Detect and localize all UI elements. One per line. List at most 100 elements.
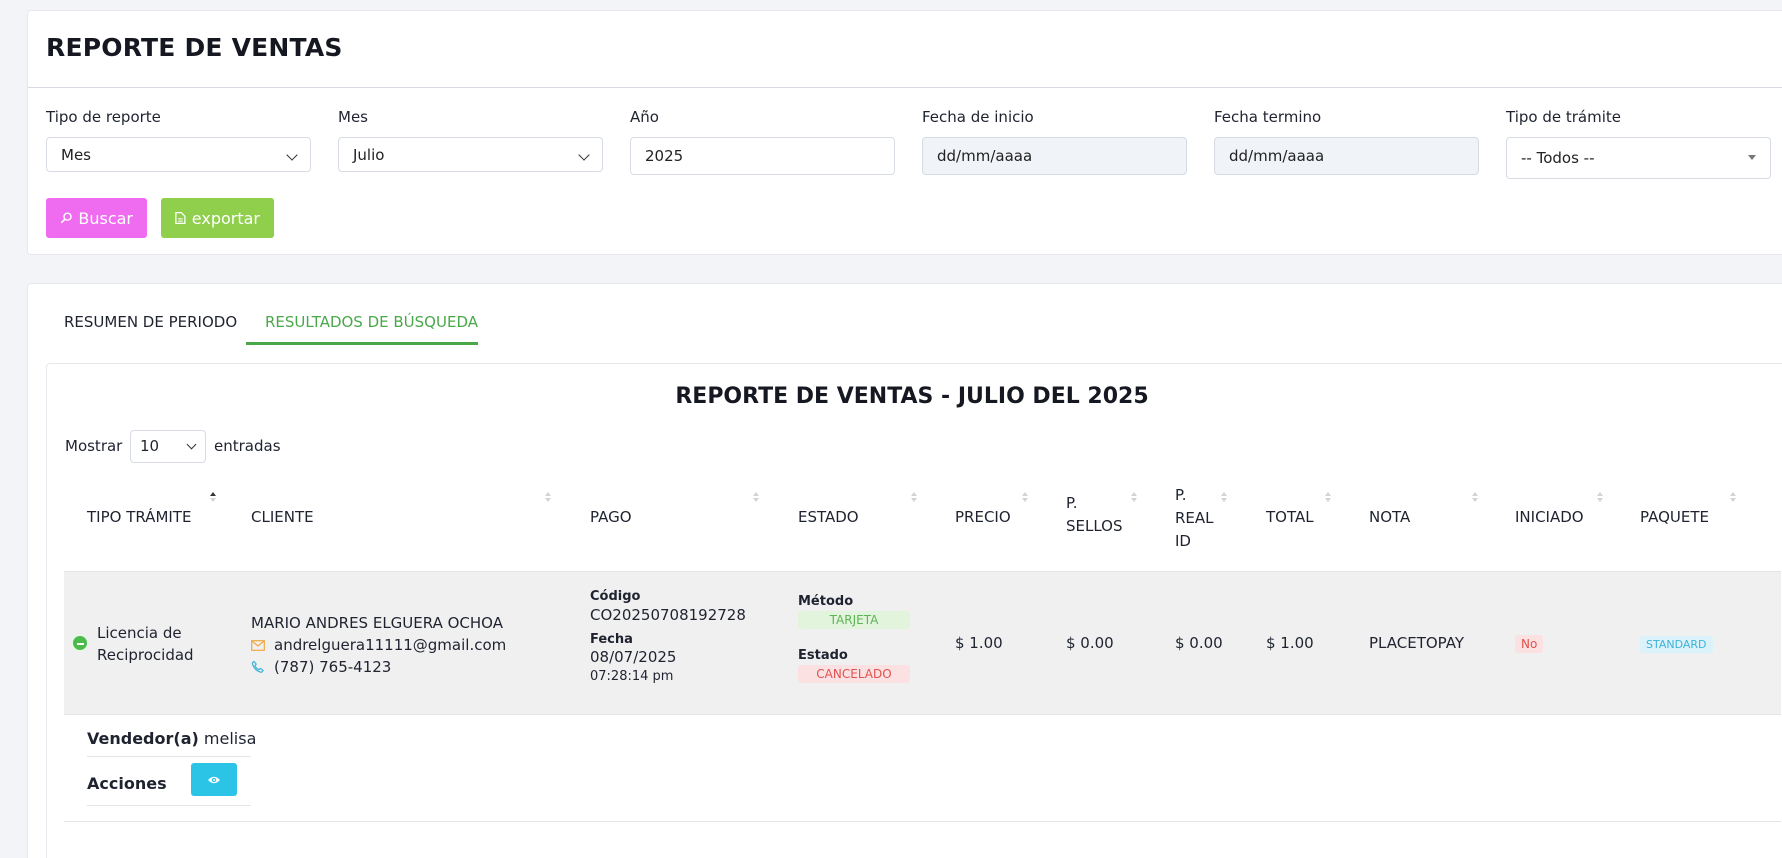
collapse-icon[interactable] [71, 634, 89, 652]
header-precio[interactable]: PRECIO [955, 506, 1011, 529]
estado-badge: CANCELADO [798, 665, 910, 683]
fecha-termino-placeholder: dd/mm/aaaa [1229, 147, 1325, 165]
anio-value: 2025 [645, 147, 684, 165]
entries-per-page-select[interactable]: 10 [130, 430, 206, 463]
cell-cliente: MARIO ANDRES ELGUERA OCHOA andrelguera11… [251, 612, 506, 678]
header-paquete[interactable]: PAQUETE [1640, 506, 1709, 529]
estado-label: Estado [798, 648, 848, 663]
sort-icon [1131, 492, 1137, 502]
cliente-email-row: andrelguera11111@gmail.com [251, 634, 506, 656]
fecha-inicio-placeholder: dd/mm/aaaa [937, 147, 1033, 165]
acciones-label: Acciones [87, 774, 167, 793]
header-p-sellos-line: SELLOS [1066, 517, 1123, 535]
header-pago[interactable]: PAGO [590, 506, 632, 529]
header-p-sellos-line: P. [1066, 494, 1078, 512]
divider [64, 821, 1781, 822]
sort-icon [545, 492, 551, 502]
cell-nota: PLACETOPAY [1369, 634, 1465, 652]
pago-codigo-label: Código [590, 589, 641, 604]
tipo-reporte-select[interactable]: Mes [46, 137, 311, 172]
pago-codigo: CO20250708192728 [590, 606, 746, 624]
buscar-button[interactable]: Buscar [46, 198, 147, 238]
phone-icon [251, 660, 264, 673]
cell-estado: Método TARJETA Estado CANCELADO [798, 594, 910, 683]
sort-icon [1472, 492, 1478, 502]
cell-tipo-tramite: Licencia de Reciprocidad [97, 622, 194, 666]
cliente-email[interactable]: andrelguera11111@gmail.com [274, 634, 506, 656]
tipo-tramite-label: Tipo de trámite [1506, 108, 1621, 126]
tab-resumen-periodo[interactable]: RESUMEN DE PERIODO [64, 313, 237, 331]
header-p-sellos[interactable]: P. SELLOS [1066, 492, 1123, 538]
divider [87, 756, 251, 757]
vendedor-value: melisa [203, 729, 257, 748]
paquete-badge: STANDARD [1640, 636, 1713, 653]
results-card: RESUMEN DE PERIODO RESULTADOS DE BÚSQUED… [27, 283, 1782, 858]
header-total[interactable]: TOTAL [1266, 506, 1314, 529]
tipo-tramite-line: Licencia de [97, 624, 182, 642]
fecha-termino-input[interactable]: dd/mm/aaaa [1214, 137, 1479, 175]
pago-hora: 07:28:14 pm [590, 669, 674, 684]
chevron-down-icon [286, 149, 298, 161]
cell-total: $ 1.00 [1266, 634, 1314, 652]
cliente-nombre: MARIO ANDRES ELGUERA OCHOA [251, 614, 503, 632]
header-p-real-id-line: REAL [1175, 509, 1214, 527]
pago-fecha-label: Fecha [590, 632, 633, 647]
cell-p-sellos: $ 0.00 [1066, 634, 1114, 652]
header-iniciado[interactable]: INICIADO [1515, 506, 1584, 529]
metodo-label: Método [798, 594, 854, 609]
tipo-reporte-label: Tipo de reporte [46, 108, 161, 126]
sort-icon [1730, 492, 1736, 502]
header-estado[interactable]: ESTADO [798, 506, 859, 529]
tipo-tramite-value: -- Todos -- [1521, 149, 1595, 167]
metodo-badge: TARJETA [798, 611, 910, 629]
entries-per-page-value: 10 [140, 437, 160, 455]
tab-resultados-busqueda[interactable]: RESULTADOS DE BÚSQUEDA [265, 313, 478, 331]
cell-p-real-id: $ 0.00 [1175, 634, 1223, 652]
page-title: REPORTE DE VENTAS [46, 33, 343, 62]
exportar-label: exportar [191, 208, 260, 228]
exportar-button[interactable]: exportar [161, 198, 274, 238]
cell-iniciado: No [1515, 634, 1544, 653]
cliente-telefono: (787) 765-4123 [274, 658, 392, 676]
report-title: REPORTE DE VENTAS - JULIO DEL 2025 [675, 384, 1149, 409]
caret-down-icon [1748, 155, 1756, 160]
anio-input[interactable]: 2025 [630, 137, 895, 175]
sort-icon [1221, 492, 1227, 502]
vendedor-label: Vendedor(a) [87, 729, 199, 748]
chevron-down-icon [578, 149, 590, 161]
sort-icon [1597, 492, 1603, 502]
header-nota[interactable]: NOTA [1369, 506, 1410, 529]
header-p-real-id-line: P. [1175, 486, 1187, 504]
mail-icon [251, 639, 265, 651]
cell-paquete: STANDARD [1640, 634, 1713, 653]
divider [28, 87, 1782, 88]
header-tipo-tramite[interactable]: TIPO TRÁMITE [87, 506, 191, 529]
search-icon [60, 212, 72, 224]
cell-precio: $ 1.00 [955, 634, 1003, 652]
header-p-real-id[interactable]: P. REAL ID [1175, 484, 1214, 553]
mes-select[interactable]: Julio [338, 137, 603, 172]
mes-label: Mes [338, 108, 368, 126]
sort-icon [1325, 492, 1331, 502]
buscar-label: Buscar [78, 208, 133, 228]
anio-label: Año [630, 108, 659, 126]
fecha-termino-label: Fecha termino [1214, 108, 1322, 126]
view-button[interactable] [191, 763, 237, 796]
sort-icon [753, 492, 759, 502]
sort-icon [911, 492, 917, 502]
tipo-tramite-select[interactable]: -- Todos -- [1506, 137, 1771, 179]
chevron-down-icon [186, 439, 197, 450]
header-cliente[interactable]: CLIENTE [251, 506, 314, 529]
tipo-tramite-line: Reciprocidad [97, 646, 194, 664]
tipo-reporte-value: Mes [61, 145, 91, 164]
fecha-inicio-label: Fecha de inicio [922, 108, 1034, 126]
mes-value: Julio [353, 145, 385, 164]
sort-asc-icon [210, 492, 216, 502]
cell-pago: Código CO20250708192728 Fecha 08/07/2025… [590, 589, 746, 684]
pago-fecha: 08/07/2025 [590, 648, 677, 666]
divider [87, 805, 251, 806]
iniciado-badge: No [1515, 635, 1544, 653]
vendedor-row: Vendedor(a) melisa [87, 729, 256, 748]
table-row[interactable]: Licencia de Reciprocidad MARIO ANDRES EL… [64, 571, 1781, 715]
fecha-inicio-input[interactable]: dd/mm/aaaa [922, 137, 1187, 175]
